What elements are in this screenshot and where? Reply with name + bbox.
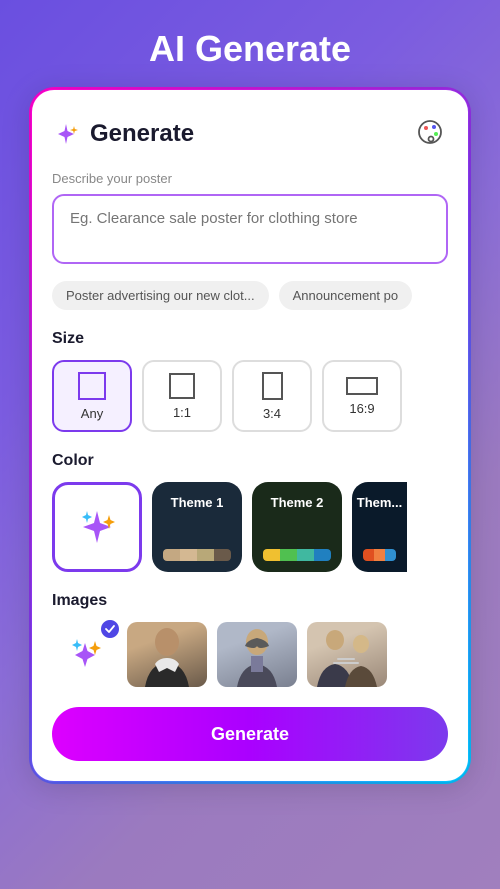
ai-image-option[interactable] xyxy=(52,622,117,687)
images-section: Images xyxy=(52,592,448,687)
theme-2-colors xyxy=(263,549,331,561)
theme-3-colors xyxy=(363,549,396,561)
card-title: Generate xyxy=(90,120,194,148)
theme-2-color-2 xyxy=(280,549,297,561)
page-title: AI Generate xyxy=(149,28,351,70)
poster-description-input[interactable] xyxy=(52,194,448,264)
size-option-3-4[interactable]: 3:4 xyxy=(232,360,312,432)
theme-2-label: Theme 2 xyxy=(271,495,324,510)
input-section: Describe your poster xyxy=(52,171,448,269)
size-16-9-label: 16:9 xyxy=(349,401,374,416)
theme-3-label: Them... xyxy=(357,495,403,510)
size-option-1-1[interactable]: 1:1 xyxy=(142,360,222,432)
color-title: Color xyxy=(52,452,448,470)
color-section: Color Theme 1 xyxy=(52,452,448,572)
size-options-row: Any 1:1 3:4 16:9 xyxy=(52,360,448,432)
main-card: Generate Describe your poster Poster adv… xyxy=(30,88,470,783)
theme-2-color-3 xyxy=(297,549,314,561)
theme-1-color-2 xyxy=(180,549,197,561)
suggestion-chip-2[interactable]: Announcement po xyxy=(279,281,413,310)
size-1-1-label: 1:1 xyxy=(173,405,191,420)
suggestion-chip-1[interactable]: Poster advertising our new clot... xyxy=(52,281,269,310)
card-title-group: Generate xyxy=(52,120,194,148)
theme-3-color-1 xyxy=(363,549,374,561)
ai-sparkle-icon xyxy=(63,633,107,677)
theme-1-color-1 xyxy=(163,549,180,561)
suggestions-row: Poster advertising our new clot... Annou… xyxy=(52,281,448,310)
images-row xyxy=(52,622,448,687)
color-theme-1[interactable]: Theme 1 xyxy=(152,482,242,572)
checkmark-icon xyxy=(104,623,116,635)
size-any-icon xyxy=(78,372,106,400)
theme-1-color-3 xyxy=(197,549,214,561)
image-option-1[interactable] xyxy=(127,622,207,687)
theme-2-color-4 xyxy=(314,549,331,561)
size-option-16-9[interactable]: 16:9 xyxy=(322,360,402,432)
generate-button[interactable]: Generate xyxy=(52,707,448,761)
person1-silhouette xyxy=(137,622,197,687)
theme-2-color-1 xyxy=(263,549,280,561)
theme-1-label: Theme 1 xyxy=(171,495,224,510)
size-option-any[interactable]: Any xyxy=(52,360,132,432)
person3-silhouette xyxy=(307,622,387,687)
palette-icon xyxy=(416,118,444,146)
sparkle-color-icon xyxy=(73,503,121,551)
color-theme-2[interactable]: Theme 2 xyxy=(252,482,342,572)
person2-silhouette xyxy=(227,622,287,687)
input-label: Describe your poster xyxy=(52,171,448,186)
card-header: Generate xyxy=(52,114,448,153)
size-3-4-label: 3:4 xyxy=(263,406,281,421)
images-title: Images xyxy=(52,592,448,610)
color-theme-3[interactable]: Them... xyxy=(352,482,407,572)
color-sparkle-option[interactable] xyxy=(52,482,142,572)
size-any-label: Any xyxy=(81,406,103,421)
theme-3-color-2 xyxy=(374,549,385,561)
sparkle-icon xyxy=(52,120,80,148)
size-section: Size Any 1:1 3:4 16:9 xyxy=(52,330,448,432)
size-title: Size xyxy=(52,330,448,348)
ai-selected-badge xyxy=(99,618,121,640)
size-16-9-icon xyxy=(346,377,378,395)
color-options-row: Theme 1 Theme 2 xyxy=(52,482,448,572)
image-option-3[interactable] xyxy=(307,622,387,687)
size-3-4-icon xyxy=(262,372,283,400)
palette-button[interactable] xyxy=(412,114,448,153)
theme-1-color-4 xyxy=(214,549,231,561)
size-1-1-icon xyxy=(169,373,195,399)
theme-1-colors xyxy=(163,549,231,561)
image-option-2[interactable] xyxy=(217,622,297,687)
theme-3-color-3 xyxy=(385,549,396,561)
